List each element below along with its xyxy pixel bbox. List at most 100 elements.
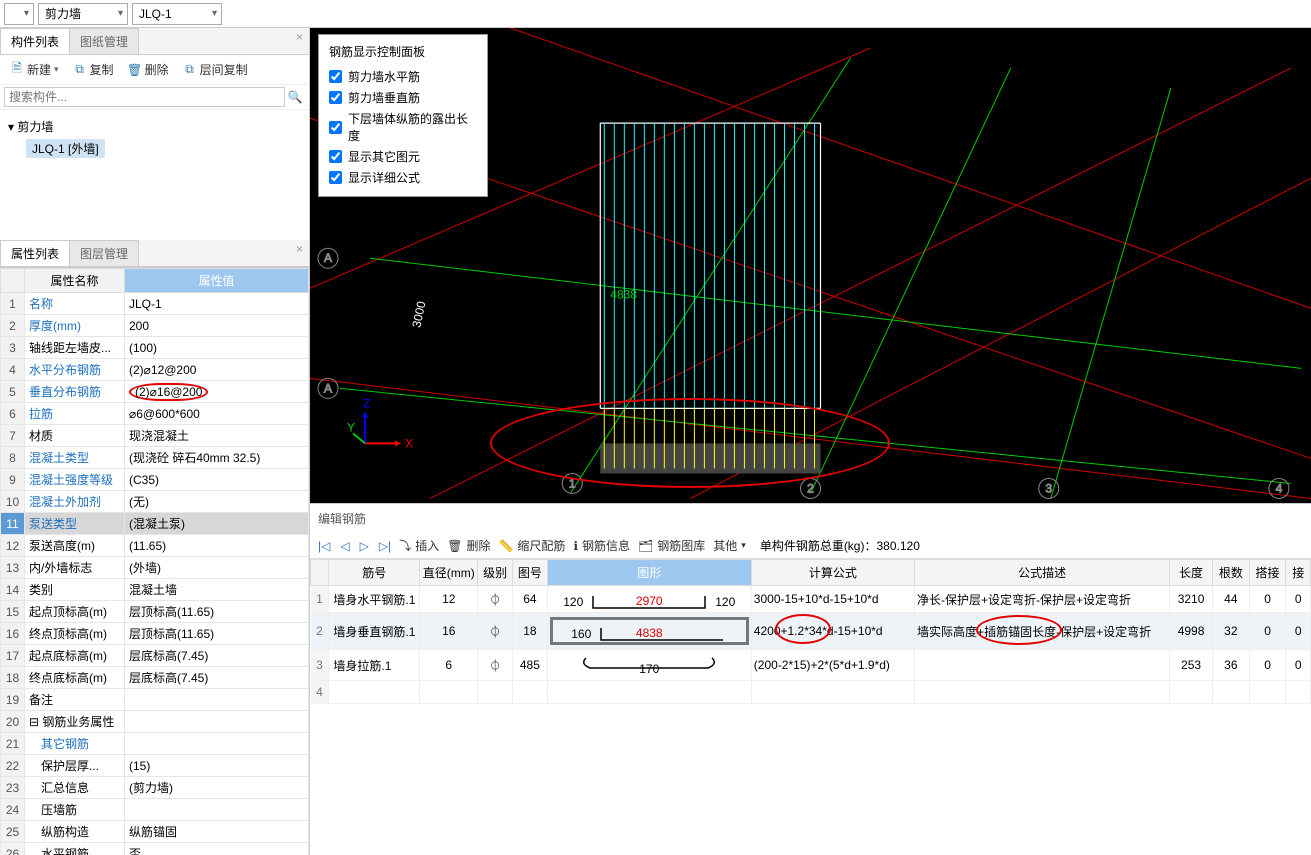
- search-input[interactable]: [4, 87, 285, 107]
- lib-button[interactable]: 🗂钢筋图库: [638, 537, 705, 554]
- annotation-ellipse: [490, 398, 890, 488]
- display-option[interactable]: 剪力墙垂直筋: [329, 87, 477, 108]
- tab-layer[interactable]: 图层管理: [69, 240, 139, 266]
- props-row[interactable]: 9混凝土强度等级(C35): [1, 469, 309, 491]
- rebar-row[interactable]: 1墙身水平钢筋.112⏀6412012029703000-15+10*d-15+…: [311, 586, 1311, 613]
- props-row[interactable]: 8混凝土类型(现浇砼 碎石40mm 32.5): [1, 447, 309, 469]
- delete-button[interactable]: 🗑删除: [124, 59, 173, 80]
- scale-button[interactable]: 📏缩尺配筋: [498, 537, 565, 554]
- component-panel-tabs: 构件列表 图纸管理 ×: [0, 28, 309, 55]
- tab-drawing-mgmt[interactable]: 图纸管理: [69, 28, 139, 54]
- rebar-row[interactable]: 4: [311, 681, 1311, 704]
- svg-text:4838: 4838: [610, 287, 637, 301]
- props-row[interactable]: 21 其它钢筋: [1, 733, 309, 755]
- props-row[interactable]: 6拉筋⌀6@600*600: [1, 403, 309, 425]
- svg-text:Y: Y: [347, 420, 355, 434]
- svg-text:Z: Z: [363, 396, 370, 410]
- dropdown-item[interactable]: JLQ-1: [132, 3, 222, 25]
- dropdown-blank[interactable]: [4, 3, 34, 25]
- top-toolbar: 剪力墙 JLQ-1: [0, 0, 1311, 28]
- props-row[interactable]: 3轴线距左墙皮...(100): [1, 337, 309, 359]
- copy-icon: ⧉: [73, 63, 87, 77]
- props-panel-tabs: 属性列表 图层管理 ×: [0, 240, 309, 267]
- other-button[interactable]: 其他▾: [713, 537, 746, 554]
- floor-copy-icon: ⧉: [183, 63, 197, 77]
- tree-root[interactable]: ▾ 剪力墙: [8, 116, 301, 137]
- props-row[interactable]: 7材质现浇混凝土: [1, 425, 309, 447]
- rebar-row[interactable]: 3墙身拉筋.16⏀485170(200-2*15)+2*(5*d+1.9*d)2…: [311, 650, 1311, 681]
- props-table: 属性名称 属性值 1名称JLQ-12厚度(mm)2003轴线距左墙皮...(10…: [0, 268, 309, 855]
- props-row[interactable]: 5垂直分布钢筋(2)⌀16@200: [1, 381, 309, 403]
- component-tree: ▾ 剪力墙 JLQ-1 [外墙]: [0, 110, 309, 240]
- rebar-editor-toolbar: |◁ ◁ ▷ ▷| ⤵插入 🗑删除 📏缩尺配筋 ℹ钢筋信息 🗂钢筋图库 其他▾ …: [310, 533, 1311, 559]
- props-row[interactable]: 18终点底标高(m)层底标高(7.45): [1, 667, 309, 689]
- tab-props[interactable]: 属性列表: [0, 240, 70, 266]
- props-row[interactable]: 11泵送类型(混凝土泵): [1, 513, 309, 535]
- insert-icon: ⤵: [399, 537, 411, 554]
- checkbox[interactable]: [329, 70, 342, 83]
- rebar-display-panel[interactable]: 钢筋显示控制面板 剪力墙水平筋剪力墙垂直筋下层墙体纵筋的露出长度显示其它图元显示…: [318, 34, 488, 197]
- dropdown-category[interactable]: 剪力墙: [38, 3, 128, 25]
- rebar-row[interactable]: 2墙身垂直钢筋.116⏀1816048384200+1.2*34*d-15+10…: [311, 613, 1311, 650]
- props-row[interactable]: 13内/外墙标志(外墙): [1, 557, 309, 579]
- col-value: 属性值: [125, 269, 309, 293]
- insert-button[interactable]: ⤵插入: [399, 537, 439, 554]
- ruler-icon: 📏: [498, 539, 513, 553]
- props-row[interactable]: 23 汇总信息(剪力墙): [1, 777, 309, 799]
- props-row[interactable]: 2厚度(mm)200: [1, 315, 309, 337]
- viewport-3d[interactable]: A A 1 2 3 4: [310, 28, 1311, 503]
- search-icon[interactable]: 🔍: [285, 90, 305, 104]
- tab-component-list[interactable]: 构件列表: [0, 28, 70, 54]
- search-row: 🔍: [0, 85, 309, 110]
- component-toolbar: 🗎新建▾ ⧉复制 🗑删除 ⧉层间复制: [0, 55, 309, 85]
- tree-item-jlq1[interactable]: JLQ-1 [外墙]: [26, 139, 105, 158]
- info-button[interactable]: ℹ钢筋信息: [573, 537, 630, 554]
- props-row[interactable]: 25 纵筋构造纵筋锚固: [1, 821, 309, 843]
- props-row[interactable]: 14类别混凝土墙: [1, 579, 309, 601]
- delete-icon: 🗑: [128, 63, 142, 77]
- rebar-table: 筋号 直径(mm) 级别 图号 图形 计算公式 公式描述 长度 根数 搭接 接 …: [310, 559, 1311, 704]
- props-row[interactable]: 12泵送高度(m)(11.65): [1, 535, 309, 557]
- display-option[interactable]: 剪力墙水平筋: [329, 66, 477, 87]
- props-row[interactable]: 16终点顶标高(m)层顶标高(11.65): [1, 623, 309, 645]
- floor-copy-button[interactable]: ⧉层间复制: [179, 59, 252, 80]
- close-icon[interactable]: ×: [290, 28, 309, 54]
- new-button[interactable]: 🗎新建▾: [6, 59, 63, 80]
- svg-text:A: A: [324, 251, 332, 265]
- nav-last[interactable]: ▷|: [379, 539, 391, 553]
- svg-text:A: A: [324, 381, 332, 395]
- props-row[interactable]: 19备注: [1, 689, 309, 711]
- svg-text:2: 2: [807, 481, 814, 495]
- props-row[interactable]: 26 水平钢筋...否: [1, 843, 309, 855]
- panel-title: 钢筋显示控制面板: [329, 43, 477, 60]
- props-row[interactable]: 22 保护层厚...(15): [1, 755, 309, 777]
- nav-first[interactable]: |◁: [318, 539, 330, 553]
- props-row[interactable]: 17起点底标高(m)层底标高(7.45): [1, 645, 309, 667]
- checkbox[interactable]: [329, 171, 342, 184]
- display-option[interactable]: 显示其它图元: [329, 146, 477, 167]
- svg-text:4: 4: [1276, 481, 1283, 495]
- checkbox[interactable]: [329, 91, 342, 104]
- display-option[interactable]: 显示详细公式: [329, 167, 477, 188]
- close-icon[interactable]: ×: [290, 240, 309, 266]
- props-row[interactable]: 4水平分布钢筋(2)⌀12@200: [1, 359, 309, 381]
- props-row[interactable]: 20⊟ 钢筋业务属性: [1, 711, 309, 733]
- lib-icon: 🗂: [638, 539, 653, 553]
- delete-icon: 🗑: [447, 539, 462, 553]
- svg-text:3: 3: [1045, 481, 1052, 495]
- delete-button[interactable]: 🗑删除: [447, 537, 490, 554]
- checkbox[interactable]: [329, 121, 342, 134]
- props-row[interactable]: 10混凝土外加剂(无): [1, 491, 309, 513]
- props-row[interactable]: 24 压墙筋: [1, 799, 309, 821]
- svg-text:X: X: [405, 436, 413, 450]
- props-row[interactable]: 1名称JLQ-1: [1, 293, 309, 315]
- checkbox[interactable]: [329, 150, 342, 163]
- display-option[interactable]: 下层墙体纵筋的露出长度: [329, 108, 477, 146]
- props-row[interactable]: 15起点顶标高(m)层顶标高(11.65): [1, 601, 309, 623]
- nav-next[interactable]: ▷: [360, 539, 369, 553]
- total-weight: 单构件钢筋总重(kg)：380.120: [760, 537, 920, 554]
- nav-prev[interactable]: ◁: [340, 539, 349, 553]
- copy-button[interactable]: ⧉复制: [69, 59, 118, 80]
- rebar-editor-title: 编辑钢筋: [310, 503, 1311, 533]
- new-icon: 🗎: [10, 63, 24, 77]
